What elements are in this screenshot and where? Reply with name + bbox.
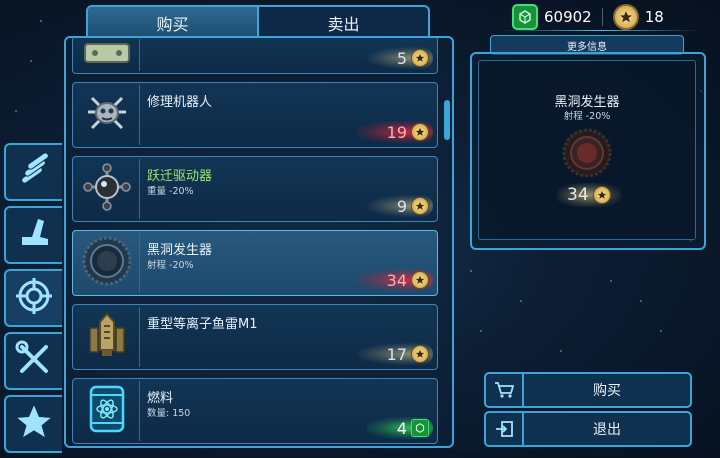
item-list: 5 修理机器人 19 跃迁驱动器 重量 -20% 9 黑洞发生器 射程 -20%… — [72, 38, 438, 444]
buy-label: 购买 — [593, 383, 621, 399]
credits-value: 60902 — [544, 8, 592, 26]
list-item[interactable]: 跃迁驱动器 重量 -20% 9 — [72, 156, 438, 222]
warp-drive-icon — [82, 162, 132, 216]
item-stat: 重量 -20% — [147, 186, 194, 197]
item-stat: 数量: 150 — [147, 408, 191, 419]
price-value: 5 — [396, 48, 407, 68]
missiles-icon — [14, 150, 54, 194]
item-icon-box — [75, 85, 140, 145]
category-missiles[interactable] — [4, 143, 62, 201]
list-item[interactable]: 重型等离子鱼雷M1 17 — [72, 304, 438, 370]
item-icon-box — [75, 39, 140, 71]
tab-buy[interactable]: 购买 — [88, 7, 257, 39]
info-panel: 黑洞发生器 射程 -20% 34 — [470, 52, 706, 250]
star-icon — [411, 49, 429, 67]
info-price: 34 — [557, 183, 621, 207]
item-name: 重型等离子鱼雷M1 — [147, 317, 258, 332]
item-icon-box — [75, 381, 140, 441]
exit-label: 退出 — [593, 422, 621, 438]
item-icon-box — [75, 233, 140, 293]
star-icon — [411, 345, 429, 363]
currency-underline — [500, 30, 700, 31]
price-value: 9 — [396, 196, 407, 216]
stars-value: 18 — [644, 8, 664, 26]
repair-bot-icon — [82, 90, 132, 140]
cart-icon — [486, 374, 524, 406]
item-price: 17 — [356, 343, 433, 365]
price-value: 17 — [386, 344, 407, 364]
category-special[interactable] — [4, 395, 62, 453]
item-price: 9 — [366, 195, 433, 217]
star-icon — [411, 271, 429, 289]
tab-sell[interactable]: 卖出 — [257, 7, 428, 39]
category-crane[interactable] — [4, 206, 62, 264]
star-icon — [411, 197, 429, 215]
item-price: 4 — [366, 417, 433, 439]
item-stat: 射程 -20% — [147, 260, 194, 271]
currency-divider — [601, 8, 603, 26]
list-scrollbar[interactable] — [444, 100, 450, 140]
item-price: 19 — [356, 121, 433, 143]
price-value: 4 — [396, 418, 407, 438]
item-icon-box — [75, 307, 140, 367]
tools-icon — [14, 339, 54, 383]
credits-cube-icon — [411, 419, 429, 437]
price-value: 34 — [386, 270, 407, 290]
category-tools[interactable] — [4, 332, 62, 390]
item-name: 燃料 — [147, 391, 174, 406]
info-stat: 射程 -20% — [563, 111, 611, 122]
category-tabs — [4, 143, 64, 458]
item-price: 34 — [356, 269, 433, 291]
category-weapons[interactable] — [4, 269, 62, 327]
item-name: 跃迁驱动器 — [147, 169, 213, 184]
list-item[interactable]: 燃料 数量: 150 4 — [72, 378, 438, 444]
crane-icon — [14, 213, 54, 257]
price-value: 34 — [567, 185, 589, 205]
black-hole-icon — [561, 127, 613, 183]
star-icon — [411, 123, 429, 141]
target-icon — [14, 276, 54, 320]
black-hole-icon — [81, 235, 133, 291]
list-item[interactable]: 5 — [72, 38, 438, 74]
item-name: 修理机器人 — [147, 95, 213, 110]
exit-icon — [486, 413, 524, 445]
torpedo-icon — [84, 310, 130, 364]
star-currency-icon — [612, 4, 639, 30]
buy-button[interactable]: 购买 — [484, 372, 692, 408]
credits-cube-icon — [512, 4, 538, 30]
star-icon — [14, 402, 54, 446]
star-icon — [592, 186, 611, 204]
currency-bar: 60902 18 — [512, 4, 664, 30]
exit-button[interactable]: 退出 — [484, 411, 692, 447]
list-item[interactable]: 黑洞发生器 射程 -20% 34 — [72, 230, 438, 296]
item-list-panel: 5 修理机器人 19 跃迁驱动器 重量 -20% 9 黑洞发生器 射程 -20%… — [64, 36, 454, 448]
item-icon-box — [75, 159, 140, 219]
fuel-icon — [87, 383, 127, 439]
cash-icon — [83, 42, 131, 68]
item-name: 黑洞发生器 — [147, 243, 213, 258]
item-price: 5 — [366, 47, 433, 69]
price-value: 19 — [386, 122, 407, 142]
info-inner: 黑洞发生器 射程 -20% 34 — [478, 60, 696, 240]
list-item[interactable]: 修理机器人 19 — [72, 82, 438, 148]
